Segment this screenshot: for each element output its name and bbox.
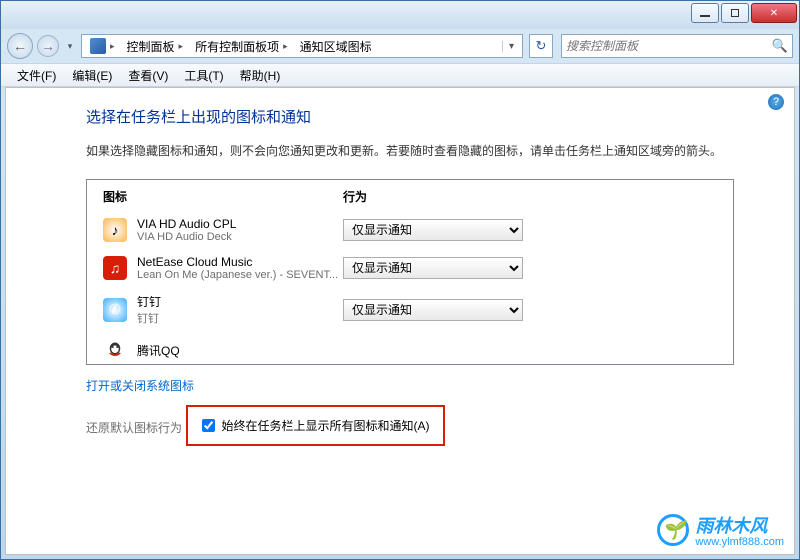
list-item: ✆ 钉钉钉钉 仅显示通知 (87, 287, 733, 332)
help-icon[interactable]: ? (768, 94, 784, 110)
menu-view[interactable]: 查看(V) (120, 64, 176, 87)
menu-edit[interactable]: 编辑(E) (64, 64, 120, 87)
item-sub: 钉钉 (137, 310, 343, 326)
list-item: 腾讯QQ (87, 332, 733, 365)
menu-file[interactable]: 文件(F) (9, 64, 64, 87)
watermark: 🌱 雨林木风 www.ylmf888.com (657, 512, 784, 548)
address-bar[interactable]: ▸ 控制面板▸ 所有控制面板项▸ 通知区域图标 ▾ (81, 34, 523, 58)
via-audio-icon: ♪ (103, 218, 127, 242)
maximize-button[interactable] (721, 3, 749, 23)
item-sub: VIA HD Audio Deck (137, 231, 343, 243)
refresh-button[interactable]: ↻ (529, 34, 553, 58)
system-icons-link[interactable]: 打开或关闭系统图标 (86, 377, 194, 394)
control-panel-icon (90, 38, 106, 54)
header-icon: 图标 (103, 188, 343, 205)
restore-default-link[interactable]: 还原默认图标行为 (86, 419, 182, 436)
list-header: 图标 行为 (87, 180, 733, 211)
menubar: 文件(F) 编辑(E) 查看(V) 工具(T) 帮助(H) (1, 63, 799, 87)
behavior-select[interactable]: 仅显示通知 (343, 257, 523, 279)
titlebar: ✕ (1, 1, 799, 29)
item-sub: Lean On Me (Japanese ver.) - SEVENT... (137, 269, 343, 281)
history-dropdown[interactable]: ▾ (63, 34, 77, 58)
refresh-icon: ↻ (536, 38, 547, 54)
list-item: ♫ NetEase Cloud MusicLean On Me (Japanes… (87, 249, 733, 287)
watermark-text: 雨林木风 (695, 512, 784, 538)
qq-icon (103, 338, 127, 362)
watermark-url: www.ylmf888.com (695, 536, 784, 548)
checkbox-label: 始终在任务栏上显示所有图标和通知(A) (221, 417, 429, 434)
navbar: ← → ▾ ▸ 控制面板▸ 所有控制面板项▸ 通知区域图标 ▾ ↻ 🔍 (1, 29, 799, 63)
menu-tools[interactable]: 工具(T) (176, 64, 231, 87)
netease-icon: ♫ (103, 256, 127, 280)
breadcrumb-seg2[interactable]: 所有控制面板项▸ (189, 36, 294, 57)
highlight-box: 始终在任务栏上显示所有图标和通知(A) (186, 405, 445, 446)
back-button[interactable]: ← (7, 33, 33, 59)
header-action: 行为 (343, 188, 717, 205)
always-show-checkbox[interactable] (202, 419, 215, 432)
forward-button[interactable]: → (37, 35, 59, 57)
arrow-left-icon: ← (13, 38, 27, 54)
behavior-select[interactable]: 仅显示通知 (343, 219, 523, 241)
content-pane: ? 选择在任务栏上出现的图标和通知 如果选择隐藏图标和通知，则不会向您通知更改和… (5, 87, 795, 555)
item-name: 钉钉 (137, 293, 343, 310)
menu-help[interactable]: 帮助(H) (232, 64, 289, 87)
search-box[interactable]: 🔍 (561, 34, 793, 58)
breadcrumb-seg3[interactable]: 通知区域图标 (294, 36, 378, 57)
search-input[interactable] (566, 39, 772, 53)
window: ✕ ← → ▾ ▸ 控制面板▸ 所有控制面板项▸ 通知区域图标 ▾ ↻ 🔍 文件… (0, 0, 800, 560)
breadcrumb-seg1[interactable]: 控制面板▸ (121, 36, 190, 57)
address-dropdown[interactable]: ▾ (502, 41, 520, 52)
list-item: ♪ VIA HD Audio CPLVIA HD Audio Deck 仅显示通… (87, 211, 733, 249)
arrow-right-icon: → (41, 38, 55, 54)
page-title: 选择在任务栏上出现的图标和通知 (86, 106, 734, 127)
behavior-select[interactable]: 仅显示通知 (343, 299, 523, 321)
dingtalk-icon: ✆ (103, 298, 127, 322)
item-name: 腾讯QQ (137, 342, 343, 359)
icon-list[interactable]: 图标 行为 ♪ VIA HD Audio CPLVIA HD Audio Dec… (86, 179, 734, 365)
page-description: 如果选择隐藏图标和通知，则不会向您通知更改和更新。若要随时查看隐藏的图标，请单击… (86, 141, 734, 161)
item-name: VIA HD Audio CPL (137, 217, 343, 231)
watermark-logo-icon: 🌱 (657, 514, 689, 546)
search-icon[interactable]: 🔍 (772, 38, 788, 54)
item-name: NetEase Cloud Music (137, 255, 343, 269)
minimize-button[interactable] (691, 3, 719, 23)
always-show-label[interactable]: 始终在任务栏上显示所有图标和通知(A) (202, 417, 429, 434)
close-button[interactable]: ✕ (751, 3, 797, 23)
breadcrumb-root[interactable]: ▸ (84, 36, 121, 56)
